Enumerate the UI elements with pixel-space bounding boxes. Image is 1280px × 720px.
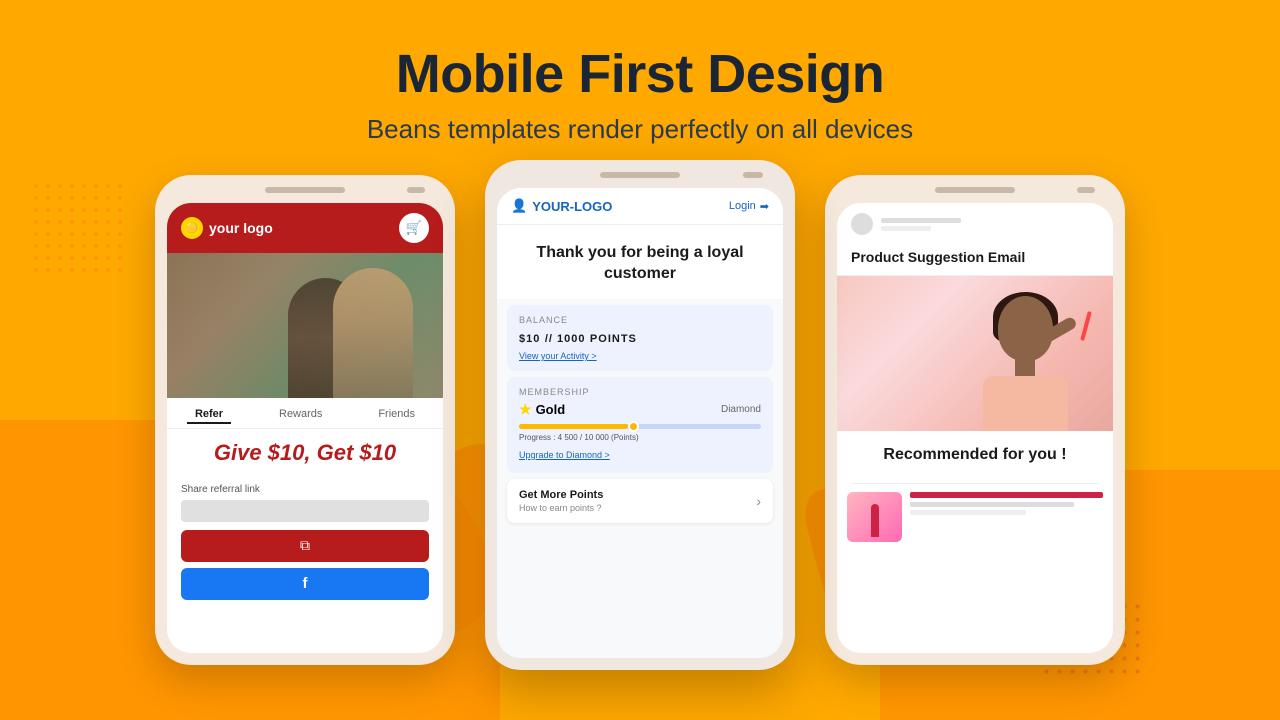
view-activity-link[interactable]: View your Activity > [519,351,761,361]
page-header: Mobile First Design Beans templates rend… [0,0,1280,145]
logo-icon: 🟡 [181,217,203,239]
facebook-share-button[interactable]: f [181,568,429,600]
points-info: Get More Points How to earn points ? [519,489,603,513]
header-placeholder-bars [881,218,961,231]
phone-product: Product Suggestion Email Recommended for… [825,175,1125,665]
phone-loyalty: 👤 YOUR-LOGO Login ➡ Thank you for being … [485,160,795,670]
email-title: Product Suggestion Email [851,249,1099,265]
brand-logo: 🟡 your logo [181,217,273,239]
progress-dot [628,421,639,432]
get-points-card[interactable]: Get More Points How to earn points ? › [507,479,773,523]
tier-name: Gold [536,402,566,417]
product-bar-accent [910,492,1103,498]
dropper-icon [1080,311,1092,341]
user-icon: 👤 [511,198,527,214]
membership-card: MEMBERSHIP ★ Gold Diamond Progress : 4 5… [507,377,773,473]
phone-product-inner: Product Suggestion Email Recommended for… [837,203,1113,653]
brand-logo-2: 👤 YOUR-LOGO [511,198,612,214]
facebook-icon: f [303,575,308,592]
copy-button[interactable]: ⧉ [181,530,429,562]
phone2-header: 👤 YOUR-LOGO Login ➡ [497,188,783,225]
cart-button[interactable]: 🛒 [399,213,429,243]
referral-link-input[interactable] [181,500,429,522]
tab-rewards[interactable]: Rewards [271,406,330,424]
next-tier-label: Diamond [721,404,761,415]
gold-star-icon: ★ [519,401,532,418]
tab-friends[interactable]: Friends [370,406,423,424]
phone-referral: 🟡 your logo 🛒 Refer Rewards Friends Give… [155,175,455,665]
phone3-header [837,203,1113,243]
email-avatar [851,213,873,235]
progress-bar [519,424,761,429]
product-row [837,484,1113,550]
tab-bar: Refer Rewards Friends [167,398,443,429]
lipstick-tip [871,504,879,512]
login-button[interactable]: Login ➡ [729,200,769,213]
page-title: Mobile First Design [0,45,1280,104]
membership-label: MEMBERSHIP [519,387,761,397]
bar-2 [881,226,931,231]
chevron-right-icon: › [756,493,761,509]
product-info [910,492,1103,515]
copy-icon: ⧉ [300,537,310,554]
product-bar-2 [910,502,1074,507]
product-thumbnail [847,492,902,542]
woman-body [983,376,1068,431]
product-bar-3 [910,510,1026,515]
recommendation-section: Recommended for you ! [837,431,1113,475]
referral-section: Share referral link ⧉ f [167,478,443,606]
referral-label: Share referral link [181,484,429,495]
upgrade-link[interactable]: Upgrade to Diamond > [519,450,610,460]
hero-image [167,253,443,398]
login-text: Login [729,200,756,212]
page-subtitle: Beans templates render perfectly on all … [0,114,1280,145]
woman-head [998,296,1053,361]
recommended-text: Recommended for you ! [851,445,1099,465]
bar-1 [881,218,961,223]
email-title-area: Product Suggestion Email [837,243,1113,276]
loyalty-hero-text: Thank you for being a loyal customer [511,243,769,285]
phone-loyalty-inner: 👤 YOUR-LOGO Login ➡ Thank you for being … [497,188,783,658]
progress-fill [519,424,628,429]
image-overlay [167,253,443,398]
phone-referral-inner: 🟡 your logo 🛒 Refer Rewards Friends Give… [167,203,443,653]
logo-text: your logo [209,220,273,236]
offer-text: Give $10, Get $10 [167,429,443,477]
login-arrow-icon: ➡ [760,200,769,213]
loyalty-hero: Thank you for being a loyal customer [497,225,783,299]
product-hero-image [837,276,1113,431]
points-title: Get More Points [519,489,603,501]
balance-card: BALANCE $10 // 1000 POINTS View your Act… [507,305,773,371]
phone1-header: 🟡 your logo 🛒 [167,203,443,253]
balance-amount: $10 // 1000 POINTS [519,329,761,347]
logo-text-2: YOUR-LOGO [532,199,612,214]
tab-refer[interactable]: Refer [187,406,231,424]
balance-label: BALANCE [519,315,761,325]
gold-tier: ★ Gold [519,401,565,418]
progress-text: Progress : 4 500 / 10 000 (Points) [519,433,761,442]
membership-tier-row: ★ Gold Diamond [519,401,761,418]
points-subtitle: How to earn points ? [519,503,603,513]
phones-container: 🟡 your logo 🛒 Refer Rewards Friends Give… [0,175,1280,670]
